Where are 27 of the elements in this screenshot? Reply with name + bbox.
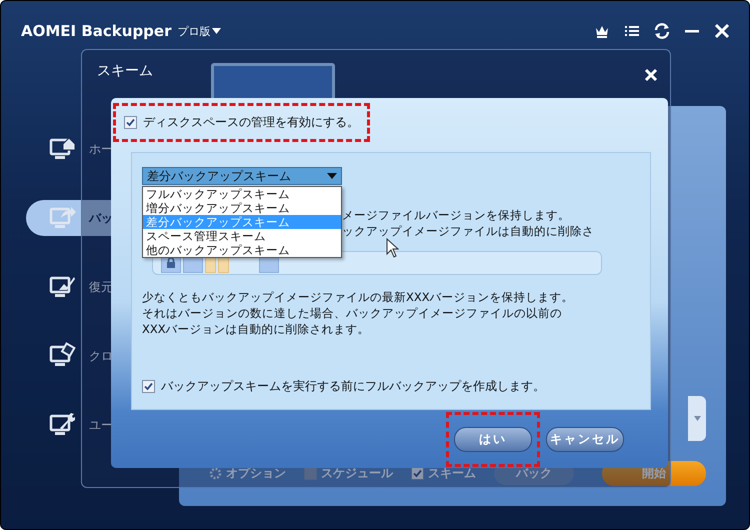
dropdown-option[interactable]: 他のバックアップスキーム: [143, 243, 341, 257]
caret-icon: [212, 28, 222, 34]
checkbox[interactable]: [124, 116, 137, 129]
sidebar-item[interactable]: クロ: [26, 338, 179, 374]
description-text: ックアップイメージファイルは自動的に削除さ: [342, 223, 595, 239]
refresh-icon[interactable]: [653, 22, 671, 40]
dropdown-option[interactable]: 差分バックアップスキーム: [143, 215, 341, 229]
description-text: メージファイルバージョンを保持します。: [342, 207, 571, 223]
dropdown-button[interactable]: [688, 396, 706, 441]
app-title: AOMEI Backupper: [21, 22, 172, 40]
checkbox-label: バックアップスキームを実行する前にフルバックアップを作成します。: [161, 378, 545, 395]
gear-icon: [209, 467, 222, 480]
caret-icon: [694, 416, 700, 421]
description-text: 少なくともバックアップイメージファイルの最新XXXバージョンを保持します。それはバージョンの数に達した場合、バックアップイメージファイルの以前のXXXバージョンは自動的に削除されます。: [142, 289, 575, 337]
close-icon[interactable]: [713, 22, 731, 40]
caret-icon: [327, 173, 337, 179]
check-icon: [413, 469, 422, 478]
cancel-button[interactable]: キャンセル: [546, 427, 624, 452]
cursor-icon: [386, 238, 400, 258]
dropdown-option[interactable]: フルバックアップスキーム: [143, 187, 341, 201]
scheme-dropdown[interactable]: 差分バックアップスキーム: [142, 167, 342, 185]
yes-button[interactable]: はい: [454, 427, 532, 452]
checkbox[interactable]: [142, 380, 155, 393]
checkbox-label: ディスクスペースの管理を有効にする。: [143, 114, 359, 131]
window-title: スキーム: [97, 62, 153, 80]
edition-menu[interactable]: プロ版: [177, 24, 222, 38]
close-icon[interactable]: [644, 68, 658, 82]
